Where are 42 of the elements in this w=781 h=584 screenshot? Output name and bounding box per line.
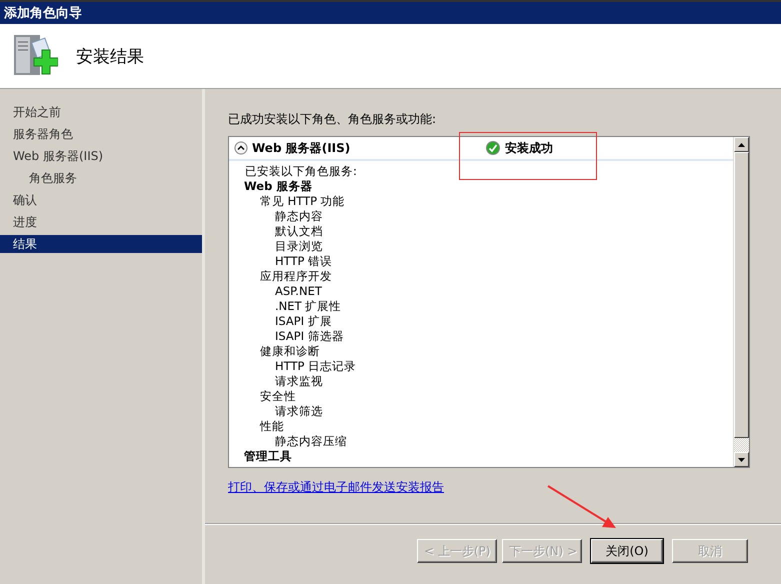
tree-item: 管理工具: [244, 449, 293, 464]
nav-item[interactable]: 结果: [0, 235, 202, 253]
tree-item: HTTP 错误: [274, 254, 334, 269]
tree-item: 请求筛选: [274, 404, 324, 419]
scroll-down-icon[interactable]: [738, 458, 745, 462]
nav-item[interactable]: 角色服务: [0, 167, 202, 189]
tree-item: ISAPI 扩展: [274, 314, 333, 329]
status-text: 安装成功: [505, 140, 553, 156]
details-heading: 已安装以下角色服务:: [245, 164, 358, 179]
page-heading: 安装结果: [76, 46, 144, 68]
tree-item: ASP.NET: [274, 284, 323, 299]
scrollbar[interactable]: [733, 137, 749, 467]
report-link[interactable]: 打印、保存或通过电子邮件发送安装报告: [228, 479, 444, 496]
tree-item: Web 服务器: [244, 179, 314, 194]
tree-item: 健康和诊断: [259, 344, 321, 359]
annotation-arrow: [546, 484, 618, 530]
collapse-icon[interactable]: [234, 141, 248, 155]
tree-item: 静态内容压缩: [274, 434, 348, 449]
nav-item[interactable]: Web 服务器(IIS): [0, 145, 202, 167]
tree-item: 目录浏览: [274, 239, 324, 254]
window-title: 添加角色向导: [4, 5, 82, 22]
check-icon: [486, 141, 500, 155]
intro-text: 已成功安装以下角色、角色服务或功能:: [228, 111, 438, 128]
nav-item[interactable]: 服务器角色: [0, 123, 202, 145]
tree-item: ISAPI 筛选器: [274, 329, 345, 344]
nav-item[interactable]: 开始之前: [0, 101, 202, 123]
scroll-thumb[interactable]: [734, 152, 749, 438]
scroll-up-icon[interactable]: [738, 142, 745, 146]
tree-item: 静态内容: [274, 209, 324, 224]
scroll-track[interactable]: [734, 438, 749, 452]
tree-item: 请求监视: [274, 374, 324, 389]
tree-item: .NET 扩展性: [274, 299, 342, 314]
tree-item: 常见 HTTP 功能: [259, 194, 346, 209]
tree-item: 默认文档: [274, 224, 324, 239]
tree-item: HTTP 日志记录: [274, 359, 358, 374]
tree-item: 性能: [258, 419, 285, 434]
role-name: Web 服务器(IIS): [252, 140, 352, 156]
nav-item[interactable]: 确认: [0, 189, 202, 211]
wizard-button[interactable]: 关闭(O): [591, 539, 663, 563]
nav-item[interactable]: 进度: [0, 211, 202, 233]
tree-item: 安全性: [259, 389, 297, 404]
tree-item: 应用程序开发: [259, 269, 333, 284]
